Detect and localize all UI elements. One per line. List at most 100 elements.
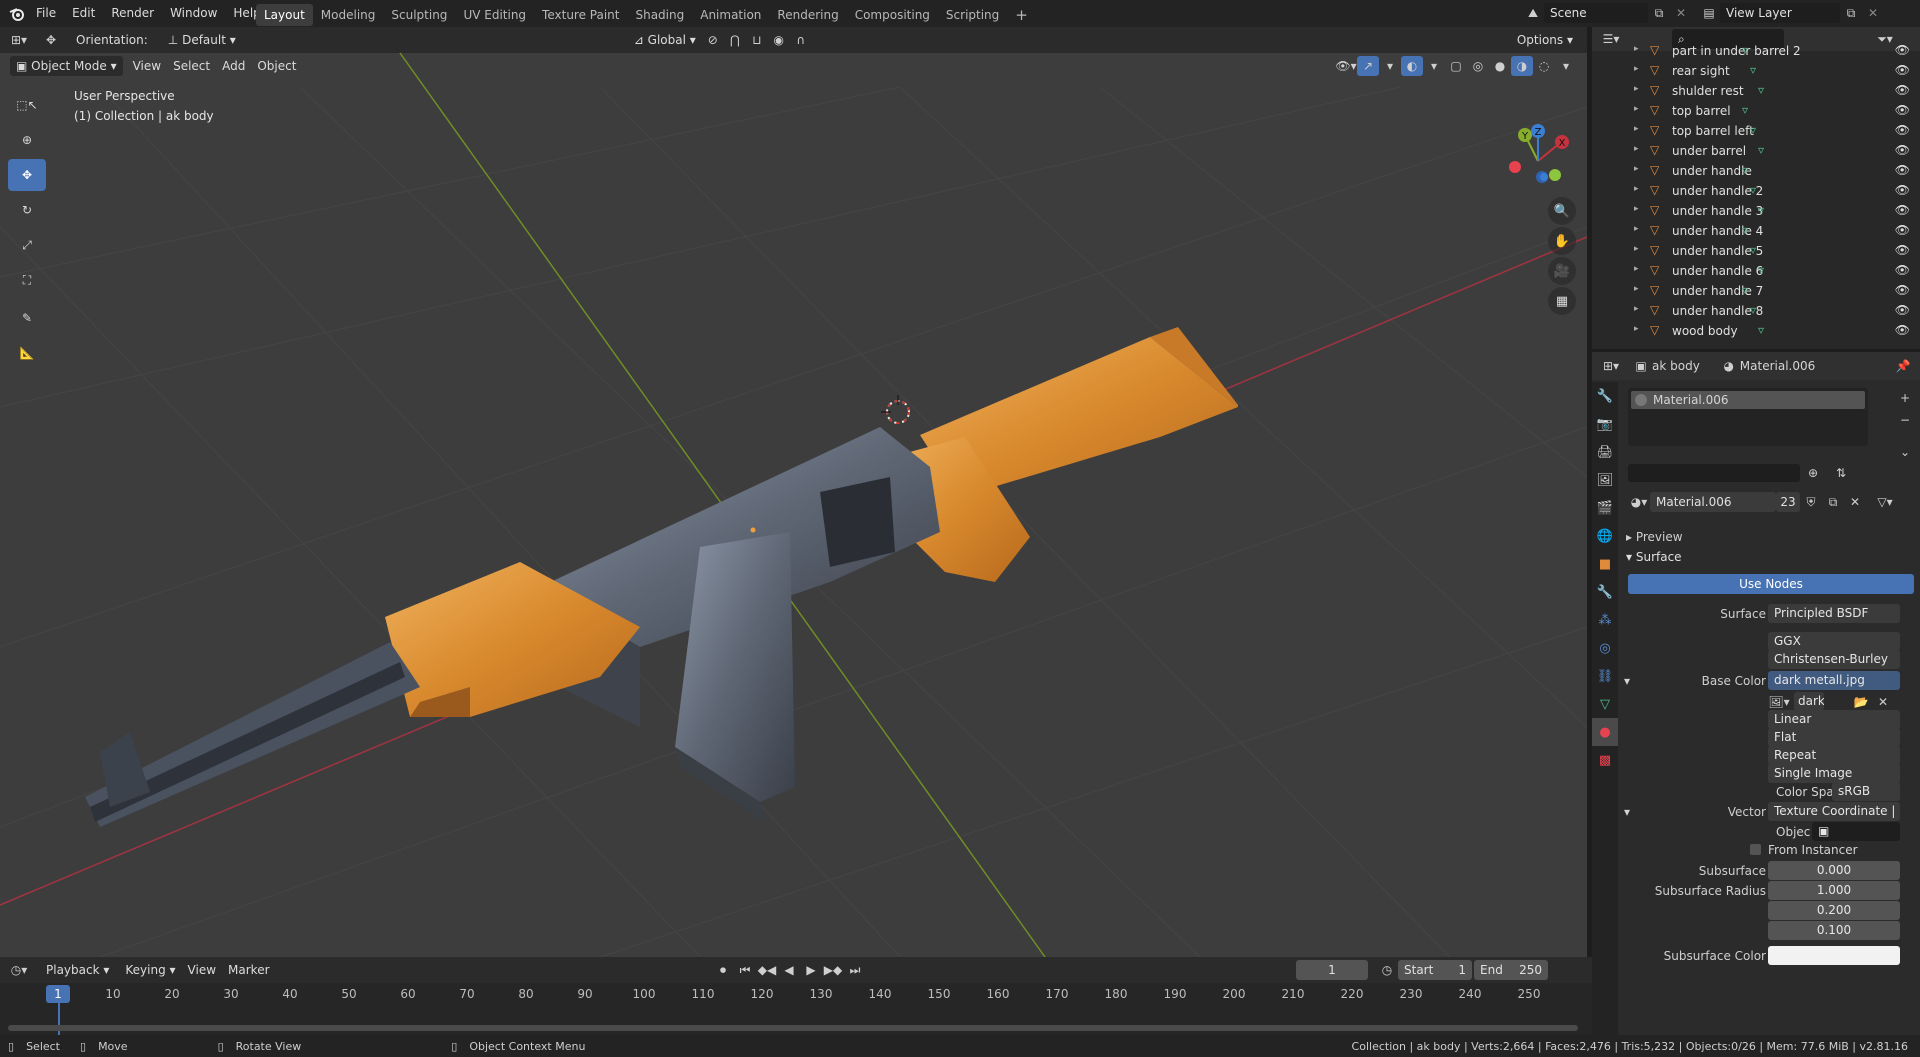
duplicate-material-icon[interactable]: ⧉ xyxy=(1822,492,1844,512)
timeline-editor-type-icon[interactable]: ◷▾ xyxy=(8,960,30,980)
rotate-tool-icon[interactable]: ↻ xyxy=(8,194,46,226)
mesh-data-icon[interactable]: ▿ xyxy=(1742,103,1748,117)
preview-panel-header[interactable]: ▸ Preview xyxy=(1626,530,1683,544)
material-browse-icon[interactable]: ◕▾ xyxy=(1628,492,1650,512)
vector-expand-icon[interactable]: ▾ xyxy=(1624,802,1630,822)
menu-file[interactable]: File xyxy=(28,0,64,27)
view-layer-tab-icon[interactable]: 🖼 xyxy=(1592,466,1618,494)
visibility-eye-icon[interactable]: 👁 xyxy=(1895,243,1910,257)
mesh-data-icon[interactable]: ▿ xyxy=(1758,323,1764,337)
outliner-item[interactable]: ▸ ▽ shulder rest ▿ 👁 xyxy=(1592,81,1920,101)
scene-tab-icon[interactable]: 🎬 xyxy=(1592,494,1618,522)
blender-logo-icon[interactable] xyxy=(6,6,28,22)
outliner-item[interactable]: ▸ ▽ rear sight ▿ 👁 xyxy=(1592,61,1920,81)
workspace-tab-scripting[interactable]: Scripting xyxy=(938,4,1007,26)
expand-arrow-icon[interactable]: ▸ xyxy=(1634,244,1639,254)
playhead[interactable]: 1 xyxy=(46,985,70,1003)
fake-user-shield-icon[interactable]: ⛨ xyxy=(1800,492,1822,512)
tool-tab-icon[interactable]: 🔧 xyxy=(1592,382,1618,410)
visibility-eye-icon[interactable]: 👁 xyxy=(1895,263,1910,277)
next-keyframe-icon[interactable]: ▶◆ xyxy=(822,960,844,980)
image-name-field[interactable]: dark xyxy=(1794,692,1824,711)
timeline-menu-marker[interactable]: Marker xyxy=(222,960,275,980)
physics-tab-icon[interactable]: ◎ xyxy=(1592,634,1618,662)
transform-tool-icon[interactable]: ⛶ xyxy=(8,264,46,296)
delete-view-layer-icon[interactable]: ✕ xyxy=(1862,3,1884,23)
visibility-eye-icon[interactable]: 👁 xyxy=(1895,143,1910,157)
outliner-item[interactable]: ▸ ▽ under handle 3 ▿ 👁 xyxy=(1592,201,1920,221)
cursor-tool-icon[interactable]: ⊕ xyxy=(8,124,46,156)
annotate-tool-icon[interactable]: ✎ xyxy=(8,302,46,334)
jump-start-icon[interactable]: ⏮ xyxy=(734,960,756,980)
menu-window[interactable]: Window xyxy=(162,0,225,27)
mesh-data-icon[interactable]: ▿ xyxy=(1750,243,1756,257)
pin-icon[interactable]: 📌 xyxy=(1892,356,1914,376)
interpolation-dropdown[interactable]: Linear xyxy=(1768,710,1900,729)
slot-sort-icon[interactable]: ⇅ xyxy=(1830,463,1852,483)
expand-arrow-icon[interactable]: ▸ xyxy=(1634,224,1639,234)
base-color-texture-field[interactable]: dark metall.jpg xyxy=(1768,671,1900,690)
image-browse-icon[interactable]: 🖼▾ xyxy=(1768,692,1790,712)
menu-edit[interactable]: Edit xyxy=(64,0,103,27)
use-nodes-button[interactable]: Use Nodes xyxy=(1628,574,1914,594)
expand-arrow-icon[interactable]: ▸ xyxy=(1634,304,1639,314)
material-tab-icon[interactable]: ● xyxy=(1592,718,1618,746)
outliner-item[interactable]: ▸ ▽ under handle ▿ 👁 xyxy=(1592,161,1920,181)
workspace-tab-texture-paint[interactable]: Texture Paint xyxy=(534,4,627,26)
pan-hand-icon[interactable]: ✋ xyxy=(1548,227,1576,255)
outliner-item[interactable]: ▸ ▽ wood body ▿ 👁 xyxy=(1592,321,1920,341)
zoom-icon[interactable]: 🔍 xyxy=(1548,197,1576,225)
navigation-gizmo[interactable]: X Y Z xyxy=(1498,121,1578,201)
play-reverse-icon[interactable]: ◀ xyxy=(778,960,800,980)
outliner-item[interactable]: ▸ ▽ part in under barrel 2 ▿ 👁 xyxy=(1592,41,1920,61)
properties-editor-type-icon[interactable]: ⊞▾ xyxy=(1600,356,1622,376)
mesh-data-icon[interactable]: ▿ xyxy=(1750,183,1756,197)
new-scene-icon[interactable]: ⧉ xyxy=(1648,3,1670,23)
subsurface-method-dropdown[interactable]: Christensen-Burley xyxy=(1768,650,1900,669)
expand-arrow-icon[interactable]: ▸ xyxy=(1634,264,1639,274)
object-picker-field[interactable]: ▣ xyxy=(1812,822,1900,841)
projection-dropdown[interactable]: Flat xyxy=(1768,728,1900,747)
modifier-tab-icon[interactable]: 🔧 xyxy=(1592,578,1618,606)
constraints-tab-icon[interactable]: ⛓ xyxy=(1592,662,1618,690)
expand-arrow-icon[interactable]: ▸ xyxy=(1634,284,1639,294)
mesh-data-icon[interactable]: ▿ xyxy=(1742,283,1748,297)
expand-arrow-icon[interactable]: ▸ xyxy=(1634,64,1639,74)
visibility-eye-icon[interactable]: 👁 xyxy=(1895,323,1910,337)
mesh-data-icon[interactable]: ▿ xyxy=(1750,63,1756,77)
material-name-field[interactable]: Material.006 xyxy=(1650,492,1776,512)
material-link-icon[interactable]: ▽▾ xyxy=(1874,492,1896,512)
record-icon[interactable]: ⏺ xyxy=(712,960,734,980)
mesh-data-icon[interactable]: ▿ xyxy=(1750,123,1756,137)
expand-arrow-icon[interactable]: ▸ xyxy=(1634,204,1639,214)
playback-menu[interactable]: Playback ▾ xyxy=(40,960,116,980)
mesh-data-icon[interactable]: ▿ xyxy=(1758,203,1764,217)
subsurface-radius-z-field[interactable]: 0.100 xyxy=(1768,921,1900,940)
view-layer-field[interactable]: View Layer xyxy=(1720,3,1840,23)
visibility-eye-icon[interactable]: 👁 xyxy=(1895,83,1910,97)
workspace-tab-modeling[interactable]: Modeling xyxy=(313,4,384,26)
mesh-data-icon[interactable]: ▿ xyxy=(1742,163,1748,177)
camera-view-icon[interactable]: 🎥 xyxy=(1548,257,1576,285)
slot-filter-field[interactable] xyxy=(1628,464,1800,482)
subsurface-radius-y-field[interactable]: 0.200 xyxy=(1768,901,1900,920)
visibility-eye-icon[interactable]: 👁 xyxy=(1895,43,1910,57)
add-workspace-icon[interactable]: + xyxy=(1007,4,1036,26)
mesh-data-icon[interactable]: ▿ xyxy=(1758,263,1764,277)
remove-slot-icon[interactable]: − xyxy=(1894,410,1916,430)
slot-specials-icon[interactable]: ⌄ xyxy=(1894,442,1916,462)
expand-arrow-icon[interactable]: ▸ xyxy=(1634,124,1639,134)
source-dropdown[interactable]: Single Image xyxy=(1768,764,1900,783)
workspace-tab-shading[interactable]: Shading xyxy=(627,4,692,26)
visibility-eye-icon[interactable]: 👁 xyxy=(1895,123,1910,137)
delete-scene-icon[interactable]: ✕ xyxy=(1670,3,1692,23)
expand-arrow-icon[interactable]: ▸ xyxy=(1634,84,1639,94)
outliner-item[interactable]: ▸ ▽ under barrel ▿ 👁 xyxy=(1592,141,1920,161)
current-frame-field[interactable]: 1 xyxy=(1296,960,1368,980)
end-frame-field[interactable]: End 250 xyxy=(1474,960,1548,980)
visibility-eye-icon[interactable]: 👁 xyxy=(1895,303,1910,317)
3d-viewport[interactable]: ⊞▾ ✥ Orientation: ⊥ Default ▾ ⊿ Global ▾… xyxy=(0,27,1587,957)
workspace-tab-sculpting[interactable]: Sculpting xyxy=(383,4,455,26)
timeline-scrollbar[interactable] xyxy=(8,1025,1578,1031)
material-users-count[interactable]: 23 xyxy=(1776,492,1800,512)
